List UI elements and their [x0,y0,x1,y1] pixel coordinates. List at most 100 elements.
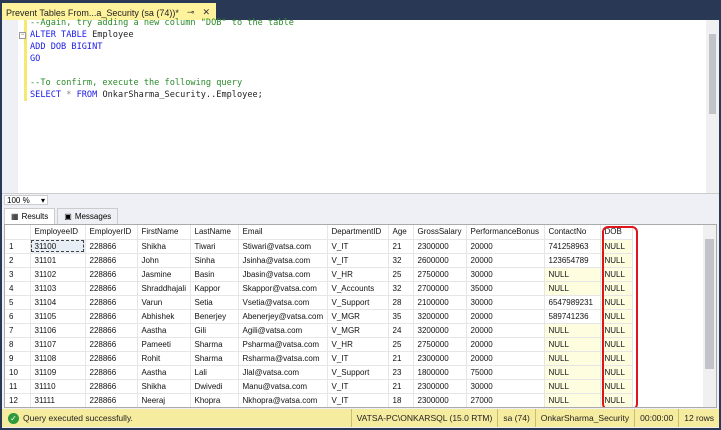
table-cell[interactable]: Aastha [137,365,191,380]
table-cell[interactable]: V_IT [327,393,389,407]
table-row[interactable]: 5 31104 228866 Varun Setia Vsetia@vatsa.com V_… [5,295,633,310]
table-cell[interactable]: Agili@vatsa.com [238,323,328,338]
table-cell[interactable]: NULL [600,351,633,366]
table-cell[interactable]: 21 [388,239,414,254]
table-cell[interactable]: Jlal@vatsa.com [238,365,328,380]
table-cell[interactable]: 30000 [466,295,545,310]
table-cell[interactable]: 1800000 [413,365,467,380]
column-header[interactable]: EmployeeID [30,225,86,240]
table-cell[interactable]: 228866 [85,239,138,254]
table-row[interactable]: 12 31111 228866 Neeraj Khopra Nkhopra@vatsa.c… [5,393,633,407]
table-cell[interactable]: NULL [544,365,601,380]
table-cell[interactable]: NULL [544,337,601,352]
table-cell[interactable]: NULL [600,393,633,407]
row-number[interactable]: 8 [5,337,31,352]
column-header[interactable]: LastName [190,225,239,240]
table-cell[interactable]: V_Accounts [327,281,389,296]
table-cell[interactable]: Khopra [190,393,239,407]
table-cell[interactable]: 32 [388,253,414,268]
table-cell[interactable]: 228866 [85,351,138,366]
table-cell[interactable]: NULL [544,267,601,282]
table-cell[interactable]: 2600000 [413,253,467,268]
row-number[interactable]: 3 [5,267,31,282]
table-cell[interactable]: 2700000 [413,281,467,296]
table-cell[interactable]: Abenerjey@vatsa.com [238,309,328,324]
table-cell[interactable]: Kappor [190,281,239,296]
table-cell[interactable]: 20000 [466,351,545,366]
table-cell[interactable]: 35 [388,309,414,324]
table-cell[interactable]: 30000 [466,267,545,282]
table-cell[interactable]: 20000 [466,309,545,324]
zoom-select[interactable]: 100 % ▾ [4,195,48,205]
table-cell[interactable]: 6547989231 [544,295,601,310]
table-cell[interactable]: V_IT [327,253,389,268]
column-header[interactable]: PerformanceBonus [466,225,545,240]
scroll-thumb[interactable] [705,239,714,369]
table-cell[interactable]: 35000 [466,281,545,296]
table-cell[interactable]: V_IT [327,379,389,394]
table-cell[interactable]: V_IT [327,239,389,254]
table-row[interactable]: 9 31108 228866 Rohit Sharma Rsharma@vatsa.com… [5,351,633,366]
table-cell[interactable]: 28 [388,295,414,310]
table-cell[interactable]: NULL [600,239,633,254]
table-cell[interactable]: Sharma [190,351,239,366]
table-row[interactable]: 7 31106 228866 Aastha Gili Agili@vatsa.com V_M… [5,323,633,338]
table-row[interactable]: 3 31102 228866 Jasmine Basin Jbasin@vatsa.com… [5,267,633,282]
table-cell[interactable]: NULL [600,295,633,310]
row-number[interactable]: 12 [5,393,31,407]
table-cell[interactable]: Shikha [137,239,191,254]
table-cell[interactable]: Sharma [190,337,239,352]
table-row[interactable]: 11 31110 228866 Shikha Dwivedi Manu@vatsa.com… [5,379,633,394]
table-cell[interactable]: 31101 [30,253,86,268]
table-cell[interactable]: NULL [600,309,633,324]
table-cell[interactable]: Sinha [190,253,239,268]
table-cell[interactable]: 75000 [466,365,545,380]
table-cell[interactable]: Psharma@vatsa.com [238,337,328,352]
row-number[interactable]: 4 [5,281,31,296]
table-cell[interactable]: NULL [544,351,601,366]
table-cell[interactable]: Jasmine [137,267,191,282]
table-cell[interactable]: Pameeti [137,337,191,352]
table-row[interactable]: 4 31103 228866 Shraddhajali Kappor Skappor@va… [5,281,633,296]
table-cell[interactable]: 31100 [30,239,86,254]
table-cell[interactable]: 31110 [30,379,86,394]
table-cell[interactable]: NULL [600,323,633,338]
row-number[interactable]: 6 [5,309,31,324]
table-row[interactable]: 1 31100 228866 Shikha Tiwari Stiwari@vatsa.co… [5,239,633,254]
table-cell[interactable]: 228866 [85,281,138,296]
table-cell[interactable]: 2750000 [413,337,467,352]
table-row[interactable]: 6 31105 228866 Abhishek Benerjey Abenerjey@va… [5,309,633,324]
grid-scrollbar[interactable] [703,225,716,407]
table-cell[interactable]: 27000 [466,393,545,407]
table-cell[interactable]: 30000 [466,379,545,394]
table-cell[interactable]: 25 [388,337,414,352]
table-cell[interactable]: Manu@vatsa.com [238,379,328,394]
table-row[interactable]: 10 31109 228866 Aastha Lali Jlal@vatsa.com V_S… [5,365,633,380]
table-cell[interactable]: Varun [137,295,191,310]
table-cell[interactable]: 31105 [30,309,86,324]
table-cell[interactable]: Skappor@vatsa.com [238,281,328,296]
editor-scrollbar[interactable] [706,20,719,193]
table-cell[interactable]: Abhishek [137,309,191,324]
table-cell[interactable]: 31103 [30,281,86,296]
table-cell[interactable]: 228866 [85,309,138,324]
table-cell[interactable]: 228866 [85,267,138,282]
table-cell[interactable]: Neeraj [137,393,191,407]
results-grid[interactable]: EmployeeID EmployerID FirstName LastName Ema… [4,224,717,408]
table-cell[interactable]: 3200000 [413,323,467,338]
row-number[interactable]: 10 [5,365,31,380]
table-cell[interactable]: NULL [544,323,601,338]
table-cell[interactable]: 31102 [30,267,86,282]
table-cell[interactable]: NULL [600,267,633,282]
table-row[interactable]: 2 31101 228866 John Sinha Jsinha@vatsa.com V_I… [5,253,633,268]
collapse-icon[interactable]: − [19,32,26,39]
table-cell[interactable]: NULL [600,253,633,268]
table-cell[interactable]: Nkhopra@vatsa.com [238,393,328,407]
table-cell[interactable]: NULL [544,393,601,407]
table-cell[interactable]: 123654789 [544,253,601,268]
table-cell[interactable]: 31108 [30,351,86,366]
table-cell[interactable]: 741258963 [544,239,601,254]
table-cell[interactable]: 20000 [466,253,545,268]
table-cell[interactable]: Benerjey [190,309,239,324]
table-cell[interactable]: 228866 [85,253,138,268]
